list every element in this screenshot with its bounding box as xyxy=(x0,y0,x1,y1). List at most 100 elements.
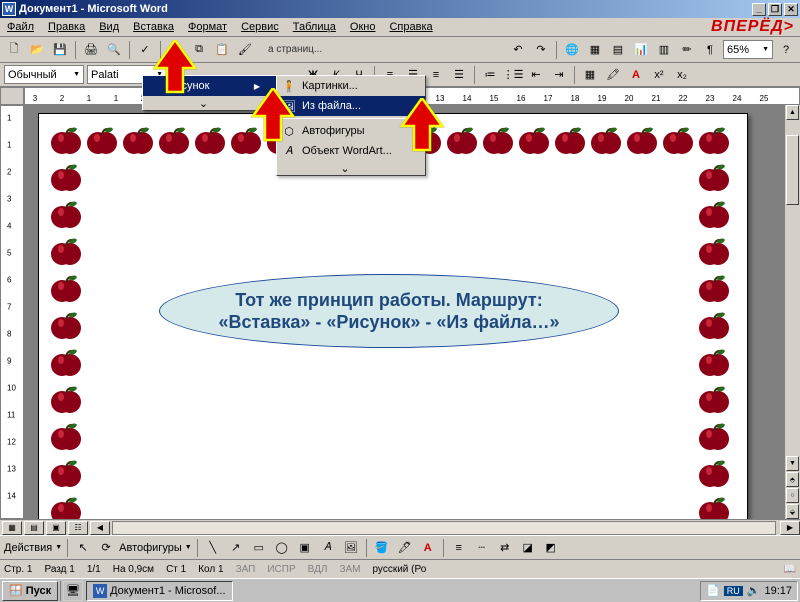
status-ext: ВДЛ xyxy=(308,564,328,575)
draw-actions-menu[interactable]: Действия xyxy=(4,542,52,554)
wordart-icon[interactable]: 𝐴 xyxy=(318,538,338,558)
columns-icon[interactable]: ▥ xyxy=(654,40,674,60)
menu-table[interactable]: Таблица xyxy=(286,19,343,35)
autoshapes-menu[interactable]: Автофигуры xyxy=(119,542,182,554)
arrow-shape-icon[interactable]: ↗ xyxy=(226,538,246,558)
rectangle-icon[interactable]: ▭ xyxy=(249,538,269,558)
scroll-up-icon[interactable]: ▲ xyxy=(786,105,799,120)
highlight-icon[interactable]: 🖍 xyxy=(603,65,623,85)
save-icon[interactable]: 💾 xyxy=(50,40,70,60)
font-color2-icon[interactable]: A xyxy=(418,538,438,558)
format-painter-icon[interactable]: 🖌 xyxy=(235,40,255,60)
hyperlink-icon[interactable]: 🌐 xyxy=(562,40,582,60)
indent-icon[interactable]: ⇥ xyxy=(549,65,569,85)
apple-decoration xyxy=(697,383,731,417)
select-arrow-icon[interactable]: ↖ xyxy=(73,538,93,558)
arrow-style-icon[interactable]: ⇄ xyxy=(495,538,515,558)
scroll-right-icon[interactable]: ▶ xyxy=(780,521,800,535)
status-book-icon[interactable]: 📖 xyxy=(784,564,796,575)
print-view-icon[interactable]: ▣ xyxy=(46,521,66,535)
oval-icon[interactable]: ◯ xyxy=(272,538,292,558)
textbox-icon[interactable]: ▣ xyxy=(295,538,315,558)
zoom-select[interactable]: 65%▼ xyxy=(723,40,773,59)
open-icon[interactable]: 📂 xyxy=(27,40,47,60)
next-page-icon[interactable]: ⬙ xyxy=(786,504,799,519)
apple-decoration xyxy=(697,420,731,454)
menu-window[interactable]: Окно xyxy=(343,19,383,35)
docmap-icon[interactable]: ¶ xyxy=(700,40,720,60)
vertical-scrollbar[interactable]: ▲ ▼ ⬘ ○ ⬙ xyxy=(784,105,800,519)
horizontal-scrollbar[interactable]: ▦ ▤ ▣ ☷ ◀ ▶ xyxy=(0,519,800,535)
menu-expand-chevron2[interactable]: ⌄ xyxy=(277,161,425,175)
table-insert-icon[interactable]: ▤ xyxy=(608,40,628,60)
preview-icon[interactable]: 🔍 xyxy=(104,40,124,60)
lang-indicator[interactable]: RU xyxy=(724,586,743,596)
outline-view-icon[interactable]: ☷ xyxy=(68,521,88,535)
line-icon[interactable]: ╲ xyxy=(203,538,223,558)
apple-decoration xyxy=(49,457,83,491)
apple-decoration xyxy=(49,420,83,454)
start-button[interactable]: 🪟 Пуск xyxy=(2,581,58,601)
close-button[interactable]: ✕ xyxy=(784,3,798,16)
apple-decoration xyxy=(49,235,83,269)
tray-vol-icon[interactable]: 🔊 xyxy=(747,584,761,597)
clipart-icon[interactable]: 🖼 xyxy=(341,538,361,558)
scroll-down-icon[interactable]: ▼ xyxy=(786,456,799,471)
paste-icon[interactable]: 📋 xyxy=(212,40,232,60)
fill-color-icon[interactable]: 🪣 xyxy=(372,538,392,558)
apple-decoration xyxy=(49,346,83,380)
line-color-icon[interactable]: 🖊 xyxy=(395,538,415,558)
menu-view[interactable]: Вид xyxy=(92,19,126,35)
help-icon[interactable]: ? xyxy=(776,40,796,60)
menu-insert[interactable]: Вставка xyxy=(126,19,181,35)
dash-style-icon[interactable]: ┄ xyxy=(472,538,492,558)
drawing-icon[interactable]: ✏ xyxy=(677,40,697,60)
outdent-icon[interactable]: ⇤ xyxy=(526,65,546,85)
font-color-icon[interactable]: A xyxy=(626,65,646,85)
menu-edit[interactable]: Правка xyxy=(41,19,92,35)
redo-icon[interactable]: ↷ xyxy=(531,40,551,60)
rotate-icon[interactable]: ⟳ xyxy=(96,538,116,558)
task-button[interactable]: W Документ1 - Microsof... xyxy=(86,581,232,601)
apple-decoration xyxy=(697,161,731,195)
forward-label[interactable]: ВПЕРЁД> xyxy=(711,18,794,36)
menu-tools[interactable]: Сервис xyxy=(234,19,286,35)
align-justify-icon[interactable]: ☰ xyxy=(449,65,469,85)
prev-page-icon[interactable]: ⬘ xyxy=(786,472,799,487)
line-style-icon[interactable]: ≡ xyxy=(449,538,469,558)
align-right-icon[interactable]: ≡ xyxy=(426,65,446,85)
new-doc-icon[interactable]: 🗋 xyxy=(4,40,24,60)
menu-format[interactable]: Формат xyxy=(181,19,234,35)
tables-icon[interactable]: ▦ xyxy=(585,40,605,60)
apple-decoration xyxy=(697,494,731,519)
superscript-icon[interactable]: x² xyxy=(649,65,669,85)
maximize-button[interactable]: ❐ xyxy=(768,3,782,16)
excel-icon[interactable]: 📊 xyxy=(631,40,651,60)
bullet-list-icon[interactable]: ⋮☰ xyxy=(503,65,523,85)
undo-icon[interactable]: ↶ xyxy=(508,40,528,60)
menu-help[interactable]: Справка xyxy=(382,19,439,35)
scroll-thumb[interactable] xyxy=(786,135,799,205)
browse-object-icon[interactable]: ○ xyxy=(786,488,799,503)
sub-clipart[interactable]: 🧍Картинки... xyxy=(277,76,425,96)
vertical-ruler: 11234567891011121314 xyxy=(0,105,24,519)
shadow-icon[interactable]: ◪ xyxy=(518,538,538,558)
subscript-icon[interactable]: x₂ xyxy=(672,65,692,85)
style-select[interactable]: Обычный▼ xyxy=(4,65,84,84)
tray-doc-icon[interactable]: 📄 xyxy=(706,584,720,597)
window-title: Документ1 - Microsoft Word xyxy=(19,3,168,15)
normal-view-icon[interactable]: ▦ xyxy=(2,521,22,535)
threed-icon[interactable]: ◩ xyxy=(541,538,561,558)
minimize-button[interactable]: _ xyxy=(752,3,766,16)
borders-icon[interactable]: ▦ xyxy=(580,65,600,85)
web-view-icon[interactable]: ▤ xyxy=(24,521,44,535)
numbered-list-icon[interactable]: ≔ xyxy=(480,65,500,85)
menu-file[interactable]: Файл xyxy=(0,19,41,35)
status-section: Разд 1 xyxy=(44,564,74,575)
apple-decoration xyxy=(49,494,83,519)
word-task-icon: W xyxy=(93,584,107,598)
scroll-left-icon[interactable]: ◀ xyxy=(90,521,110,535)
quick-launch-icon[interactable]: 🖥 xyxy=(63,581,83,601)
status-at: На 0,9см xyxy=(113,564,154,575)
print-icon[interactable]: 🖨 xyxy=(81,40,101,60)
